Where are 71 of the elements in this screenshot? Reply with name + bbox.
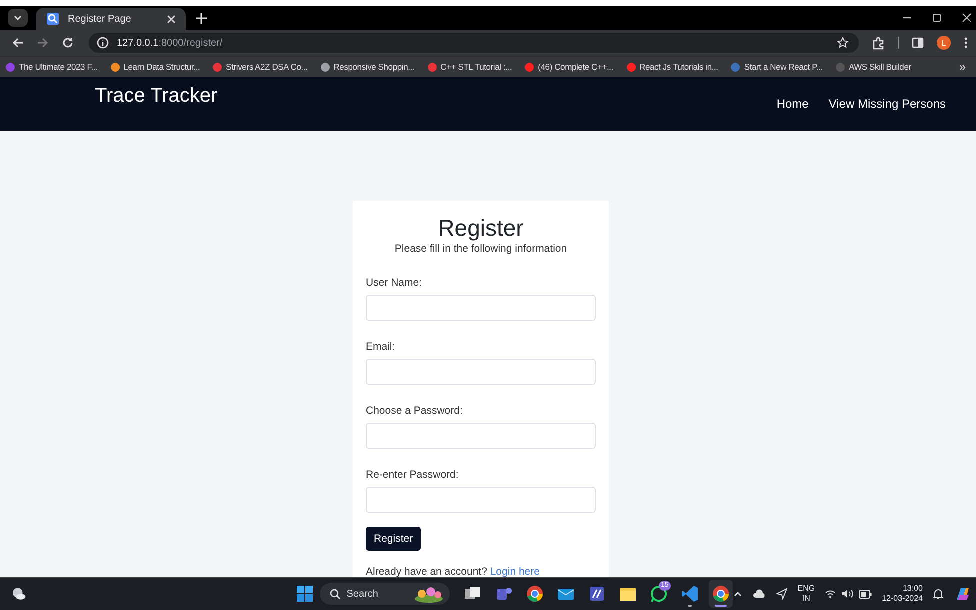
- chevron-down-icon: [13, 13, 23, 23]
- nav-link[interactable]: View Missing Persons: [828, 97, 946, 111]
- wifi-icon: [825, 589, 836, 599]
- running-indicator: [688, 605, 692, 607]
- bookmark[interactable]: C++ STL Tutorial :...: [428, 62, 512, 72]
- url-host: 127.0.0.1: [117, 38, 159, 48]
- search-icon: [330, 588, 341, 600]
- reload-icon[interactable]: [62, 37, 74, 49]
- extensions-icon[interactable]: [872, 36, 885, 50]
- more-bookmarks-button[interactable]: »: [959, 60, 966, 74]
- taskbar-app[interactable]: [708, 580, 733, 608]
- nav-link[interactable]: Home: [776, 97, 809, 111]
- language-indicator[interactable]: ENG IN: [798, 584, 816, 604]
- bookmark[interactable]: Learn Data Structur...: [110, 62, 200, 72]
- form-title: Register: [437, 215, 525, 242]
- restore-icon[interactable]: [932, 13, 942, 23]
- bookmark[interactable]: React Js Tutorials in...: [626, 62, 718, 72]
- form-subtitle: Please fill in the following information: [394, 243, 568, 255]
- chrome-icon: [526, 585, 544, 603]
- clock[interactable]: 13:00 12-03-2024: [882, 584, 923, 604]
- location-icon[interactable]: [776, 588, 788, 600]
- input-field[interactable]: [366, 423, 596, 449]
- field-label: Choose a Password:: [366, 405, 463, 417]
- speaker-icon: [841, 589, 854, 599]
- new-tab-icon[interactable]: [196, 12, 207, 24]
- site-info-icon[interactable]: [97, 37, 109, 49]
- side-panel-icon[interactable]: [912, 37, 924, 49]
- weather-icon[interactable]: [11, 586, 27, 602]
- bookmark[interactable]: Responsive Shoppin...: [320, 62, 415, 72]
- field-label: Re-enter Password:: [366, 469, 459, 481]
- copilot-icon[interactable]: [954, 585, 972, 603]
- start-icon[interactable]: [296, 586, 313, 602]
- field-label: User Name:: [366, 277, 422, 289]
- address-field[interactable]: 127.0.0.1:8000/register/: [89, 33, 859, 53]
- register-button[interactable]: Register: [366, 527, 422, 551]
- close-window-icon[interactable]: [962, 13, 972, 23]
- site-brand[interactable]: Trace Tracker: [95, 85, 218, 108]
- search-placeholder: Search: [346, 588, 378, 600]
- login-link[interactable]: Login here: [490, 566, 540, 577]
- star-icon[interactable]: [837, 37, 849, 49]
- whiteboard-icon: [588, 585, 606, 603]
- tab-search-button[interactable]: [8, 9, 28, 27]
- running-indicator: [714, 605, 727, 607]
- battery-icon: [859, 590, 872, 598]
- browser-tab[interactable]: Register Page: [36, 8, 186, 30]
- folder-icon: [618, 585, 637, 603]
- bell-icon[interactable]: [933, 588, 944, 600]
- teams-icon: [494, 585, 513, 603]
- bookmark[interactable]: The Ultimate 2023 F...: [6, 62, 98, 72]
- field-label: Email:: [366, 341, 396, 353]
- more-options-icon[interactable]: [964, 37, 968, 49]
- bookmark[interactable]: (46) Complete C++...: [525, 62, 614, 72]
- login-prompt: Already have an account?: [366, 566, 488, 577]
- input-field[interactable]: [366, 487, 596, 513]
- forward-icon[interactable]: [37, 37, 49, 49]
- tab-title: Register Page: [68, 14, 132, 24]
- taskbar-search-field[interactable]: Search: [320, 583, 450, 605]
- flowers-icon: [414, 585, 444, 603]
- input-field[interactable]: [366, 295, 596, 321]
- system-status-button[interactable]: [825, 589, 872, 599]
- code-editor-icon: [680, 585, 699, 603]
- cloud-icon[interactable]: [752, 589, 766, 599]
- bookmark[interactable]: Strivers A2Z DSA Co...: [213, 62, 308, 72]
- page-favicon-icon: [46, 12, 60, 26]
- back-icon[interactable]: [12, 37, 24, 49]
- input-field[interactable]: [366, 359, 596, 385]
- bookmark[interactable]: AWS Skill Builder: [836, 62, 912, 72]
- chrome-icon: [712, 585, 730, 603]
- bookmark[interactable]: Start a New React P...: [731, 62, 823, 72]
- close-icon[interactable]: [167, 14, 176, 24]
- url-path: :8000/register/: [158, 38, 223, 48]
